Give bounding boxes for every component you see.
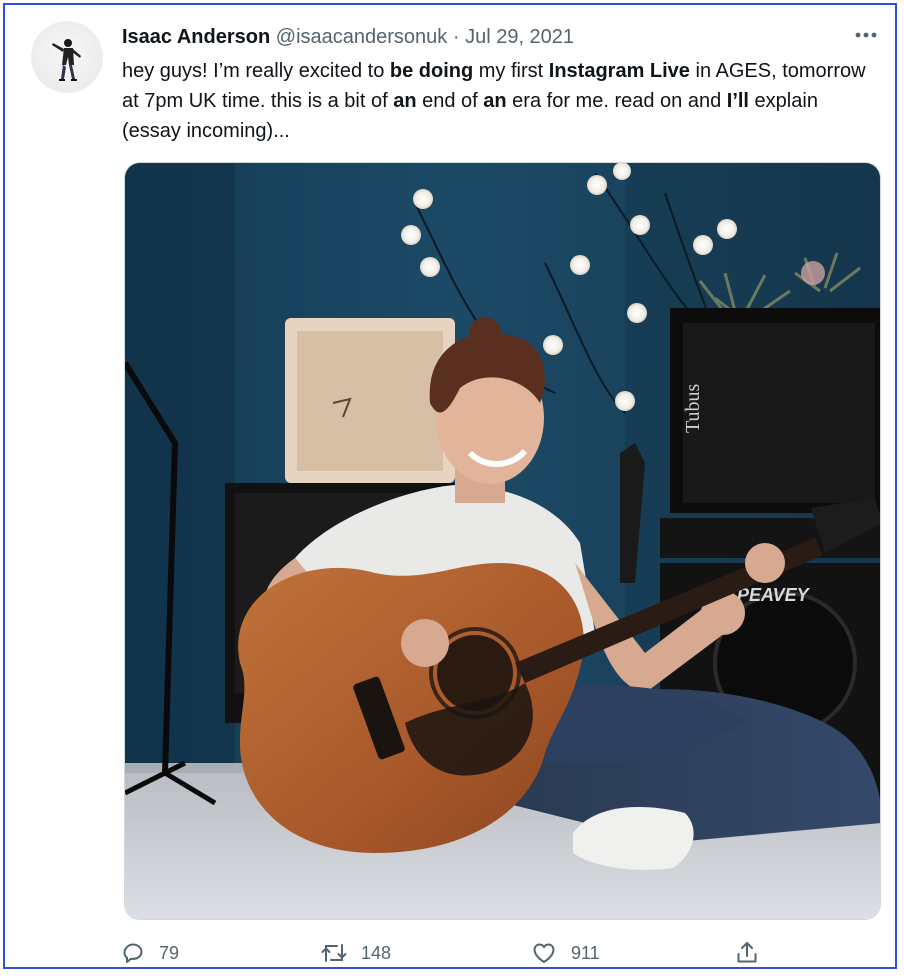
- text-bold-segment: Instagram Live: [548, 60, 690, 82]
- retweet-button[interactable]: 148: [321, 935, 391, 971]
- tweet-actions: 79 148 911: [121, 935, 881, 971]
- avatar[interactable]: [31, 21, 103, 93]
- svg-text:Tubus: Tubus: [682, 383, 704, 433]
- text-segment: hey guys! I’m really excited to: [122, 60, 390, 82]
- text-bold-segment: an: [483, 90, 507, 112]
- tweet-text: hey guys! I’m really excited to be doing…: [122, 56, 882, 146]
- heart-icon: [533, 943, 555, 963]
- like-button[interactable]: 911: [531, 935, 600, 971]
- reply-icon: [123, 943, 143, 963]
- text-bold-segment: be doing: [389, 60, 474, 82]
- text-segment: end of: [416, 90, 484, 112]
- tweet-card: Isaac Anderson @isaacandersonuk · Jul 29…: [3, 3, 897, 969]
- tweet-photo[interactable]: Tubus PEAVEY: [124, 162, 881, 920]
- retweet-count: 148: [361, 942, 392, 963]
- reply-button[interactable]: 79: [121, 935, 179, 971]
- share-button[interactable]: [735, 935, 759, 971]
- like-count: 911: [571, 942, 600, 963]
- more-button[interactable]: [851, 25, 881, 45]
- retweet-icon: [321, 944, 347, 962]
- reply-count: 79: [159, 942, 180, 963]
- share-icon: [737, 942, 757, 963]
- svg-text:PEAVEY: PEAVEY: [737, 585, 811, 605]
- tweet-date[interactable]: Jul 29, 2021: [465, 26, 574, 48]
- tweet-header: Isaac Anderson @isaacandersonuk · Jul 29…: [122, 23, 574, 51]
- author-handle[interactable]: @isaacandersonuk: [276, 26, 448, 48]
- text-bold-segment: an: [393, 90, 417, 112]
- header-separator: ·: [452, 26, 460, 48]
- author-name[interactable]: Isaac Anderson: [122, 26, 270, 48]
- text-segment: my first: [473, 60, 549, 82]
- text-bold-segment: I’ll: [726, 90, 749, 112]
- more-dots-icon: [855, 32, 877, 38]
- text-segment: era for me. read on and: [506, 90, 727, 112]
